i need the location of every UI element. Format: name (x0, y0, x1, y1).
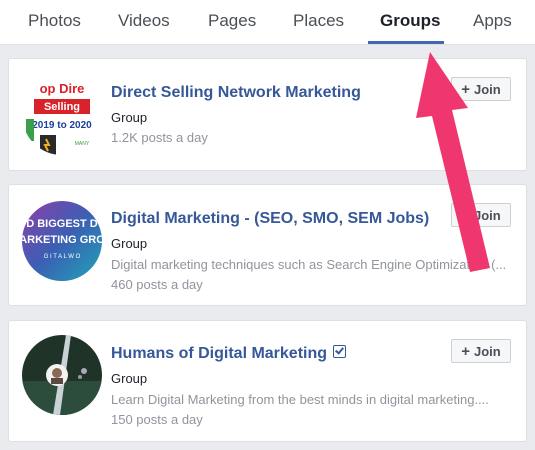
join-button[interactable]: + Join (451, 203, 511, 227)
join-button[interactable]: + Join (451, 77, 511, 101)
avatar-text: D BIGGEST D (26, 218, 98, 230)
group-avatar[interactable] (22, 335, 102, 415)
tab-photos[interactable]: Photos (28, 11, 81, 31)
group-result-card[interactable]: Humans of Digital Marketing Group Learn … (8, 320, 527, 442)
plus-icon: + (461, 206, 471, 224)
tab-videos[interactable]: Videos (118, 11, 170, 31)
group-name-link[interactable]: Digital Marketing - (SEO, SMO, SEM Jobs) (111, 210, 429, 228)
tab-groups[interactable]: Groups (380, 11, 440, 31)
group-name-text: Humans of Digital Marketing (111, 345, 328, 362)
avatar-text: Selling (44, 101, 80, 113)
group-name-link[interactable]: Humans of Digital Marketing (111, 345, 347, 363)
group-activity: 460 posts a day (111, 277, 203, 292)
avatar-text: op Dire (40, 81, 85, 96)
group-type-label: Group (111, 371, 148, 386)
tab-pages[interactable]: Pages (208, 11, 256, 31)
group-avatar[interactable]: op Dire Selling 2019 to 2020 MANY (22, 75, 102, 155)
join-button-label: Join (474, 343, 501, 359)
group-activity: 1.2K posts a day (111, 130, 208, 145)
plus-icon: + (461, 342, 471, 360)
join-button-label: Join (474, 207, 501, 223)
tab-apps[interactable]: Apps (473, 11, 512, 31)
tab-places[interactable]: Places (293, 11, 344, 31)
group-description: Digital marketing techniques such as Sea… (111, 257, 507, 272)
join-button[interactable]: + Join (451, 339, 511, 363)
group-result-card[interactable]: D BIGGEST D ARKETING GRO G I T A L W O D… (8, 184, 527, 306)
group-type-label: Group (111, 236, 148, 251)
avatar-text: 2019 to 2020 (32, 120, 92, 131)
group-type-label: Group (111, 110, 148, 125)
group-description: Learn Digital Marketing from the best mi… (111, 392, 489, 407)
search-filter-tabs: Photos Videos Pages Places Groups Apps (0, 0, 535, 45)
avatar-text: ARKETING GRO (22, 234, 102, 246)
group-avatar[interactable]: D BIGGEST D ARKETING GRO G I T A L W O (22, 201, 102, 281)
group-name-link[interactable]: Direct Selling Network Marketing (111, 84, 361, 102)
group-activity: 150 posts a day (111, 412, 203, 427)
avatar-text: G I T A L W O (44, 254, 81, 260)
plus-icon: + (461, 80, 471, 98)
group-result-card[interactable]: op Dire Selling 2019 to 2020 MANY Direct… (8, 58, 527, 171)
active-tab-indicator (368, 41, 444, 44)
join-button-label: Join (474, 81, 501, 97)
avatar-text: MANY (75, 141, 90, 147)
verified-icon (333, 345, 347, 358)
